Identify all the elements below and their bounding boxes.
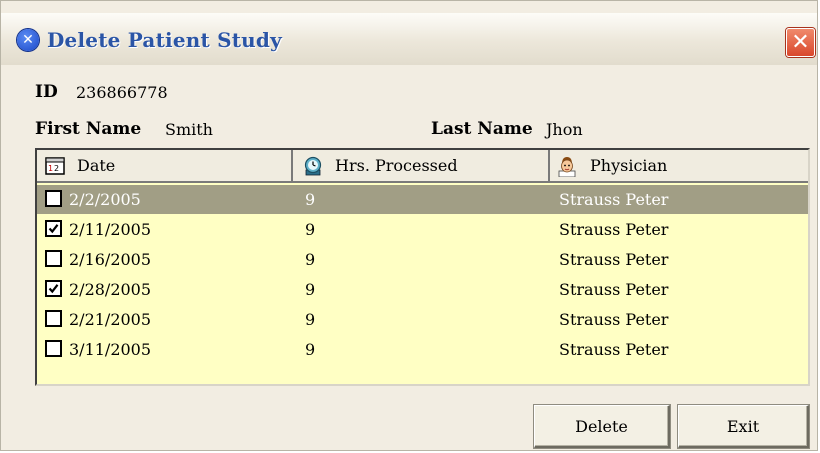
- row-checkbox[interactable]: [45, 220, 62, 237]
- cell-hours: 9: [305, 220, 316, 239]
- row-checkbox[interactable]: [45, 250, 62, 267]
- column-header-physician[interactable]: Physician: [550, 150, 808, 183]
- svg-text:2: 2: [54, 164, 59, 173]
- cell-physician: Strauss Peter: [559, 280, 669, 299]
- table-row[interactable]: 2/11/2005 9 Strauss Peter: [37, 215, 808, 244]
- doctor-icon: [556, 155, 578, 177]
- column-header-hours[interactable]: Hrs. Processed: [293, 150, 550, 183]
- cell-date: 2/21/2005: [69, 310, 152, 329]
- cell-date: 2/28/2005: [69, 280, 152, 299]
- cell-date: 3/11/2005: [69, 340, 152, 359]
- table-row[interactable]: 2/28/2005 9 Strauss Peter: [37, 275, 808, 304]
- delete-patient-study-dialog: ✕ Delete Patient Study ✕ ID 236866778 Fi…: [0, 0, 818, 451]
- column-header-hours-label: Hrs. Processed: [335, 156, 458, 175]
- row-checkbox[interactable]: [45, 280, 62, 297]
- cell-hours: 9: [305, 250, 316, 269]
- row-checkbox[interactable]: [45, 190, 62, 207]
- first-name-value: Smith: [165, 120, 213, 139]
- column-header-physician-label: Physician: [590, 156, 668, 175]
- cell-hours: 9: [305, 340, 316, 359]
- table-row[interactable]: 2/2/2005 9 Strauss Peter: [37, 185, 808, 214]
- calendar-icon: 1 2: [45, 156, 65, 175]
- table-row[interactable]: 2/16/2005 9 Strauss Peter: [37, 245, 808, 274]
- cell-hours: 9: [305, 190, 316, 209]
- cell-physician: Strauss Peter: [559, 340, 669, 359]
- close-button[interactable]: ✕: [786, 28, 815, 57]
- title-bar[interactable]: ✕ Delete Patient Study ✕: [1, 13, 817, 65]
- id-label: ID: [35, 82, 58, 102]
- cell-physician: Strauss Peter: [559, 190, 669, 209]
- last-name-value: Jhon: [546, 120, 583, 139]
- clock-icon: [303, 156, 323, 176]
- window-title: Delete Patient Study: [47, 28, 282, 52]
- last-name-label: Last Name: [431, 119, 533, 139]
- column-header-date-label: Date: [77, 156, 116, 175]
- svg-text:1: 1: [48, 164, 53, 173]
- cell-physician: Strauss Peter: [559, 220, 669, 239]
- row-checkbox[interactable]: [45, 340, 62, 357]
- cell-physician: Strauss Peter: [559, 310, 669, 329]
- cell-physician: Strauss Peter: [559, 250, 669, 269]
- blue-x-icon: ✕: [17, 29, 39, 51]
- study-grid: 1 2 Date Hrs. Processed Physician 2/2/20…: [35, 148, 810, 386]
- delete-button[interactable]: Delete: [534, 405, 670, 448]
- table-row[interactable]: 3/11/2005 9 Strauss Peter: [37, 335, 808, 364]
- id-value: 236866778: [76, 83, 168, 102]
- cell-date: 2/2/2005: [69, 190, 141, 209]
- first-name-label: First Name: [35, 119, 142, 139]
- column-header-date[interactable]: 1 2 Date: [37, 150, 293, 183]
- exit-button[interactable]: Exit: [678, 405, 809, 448]
- cell-hours: 9: [305, 310, 316, 329]
- cell-date: 2/11/2005: [69, 220, 152, 239]
- row-checkbox[interactable]: [45, 310, 62, 327]
- cell-date: 2/16/2005: [69, 250, 152, 269]
- cell-hours: 9: [305, 280, 316, 299]
- grid-header: 1 2 Date Hrs. Processed Physician: [37, 150, 808, 183]
- table-row[interactable]: 2/21/2005 9 Strauss Peter: [37, 305, 808, 334]
